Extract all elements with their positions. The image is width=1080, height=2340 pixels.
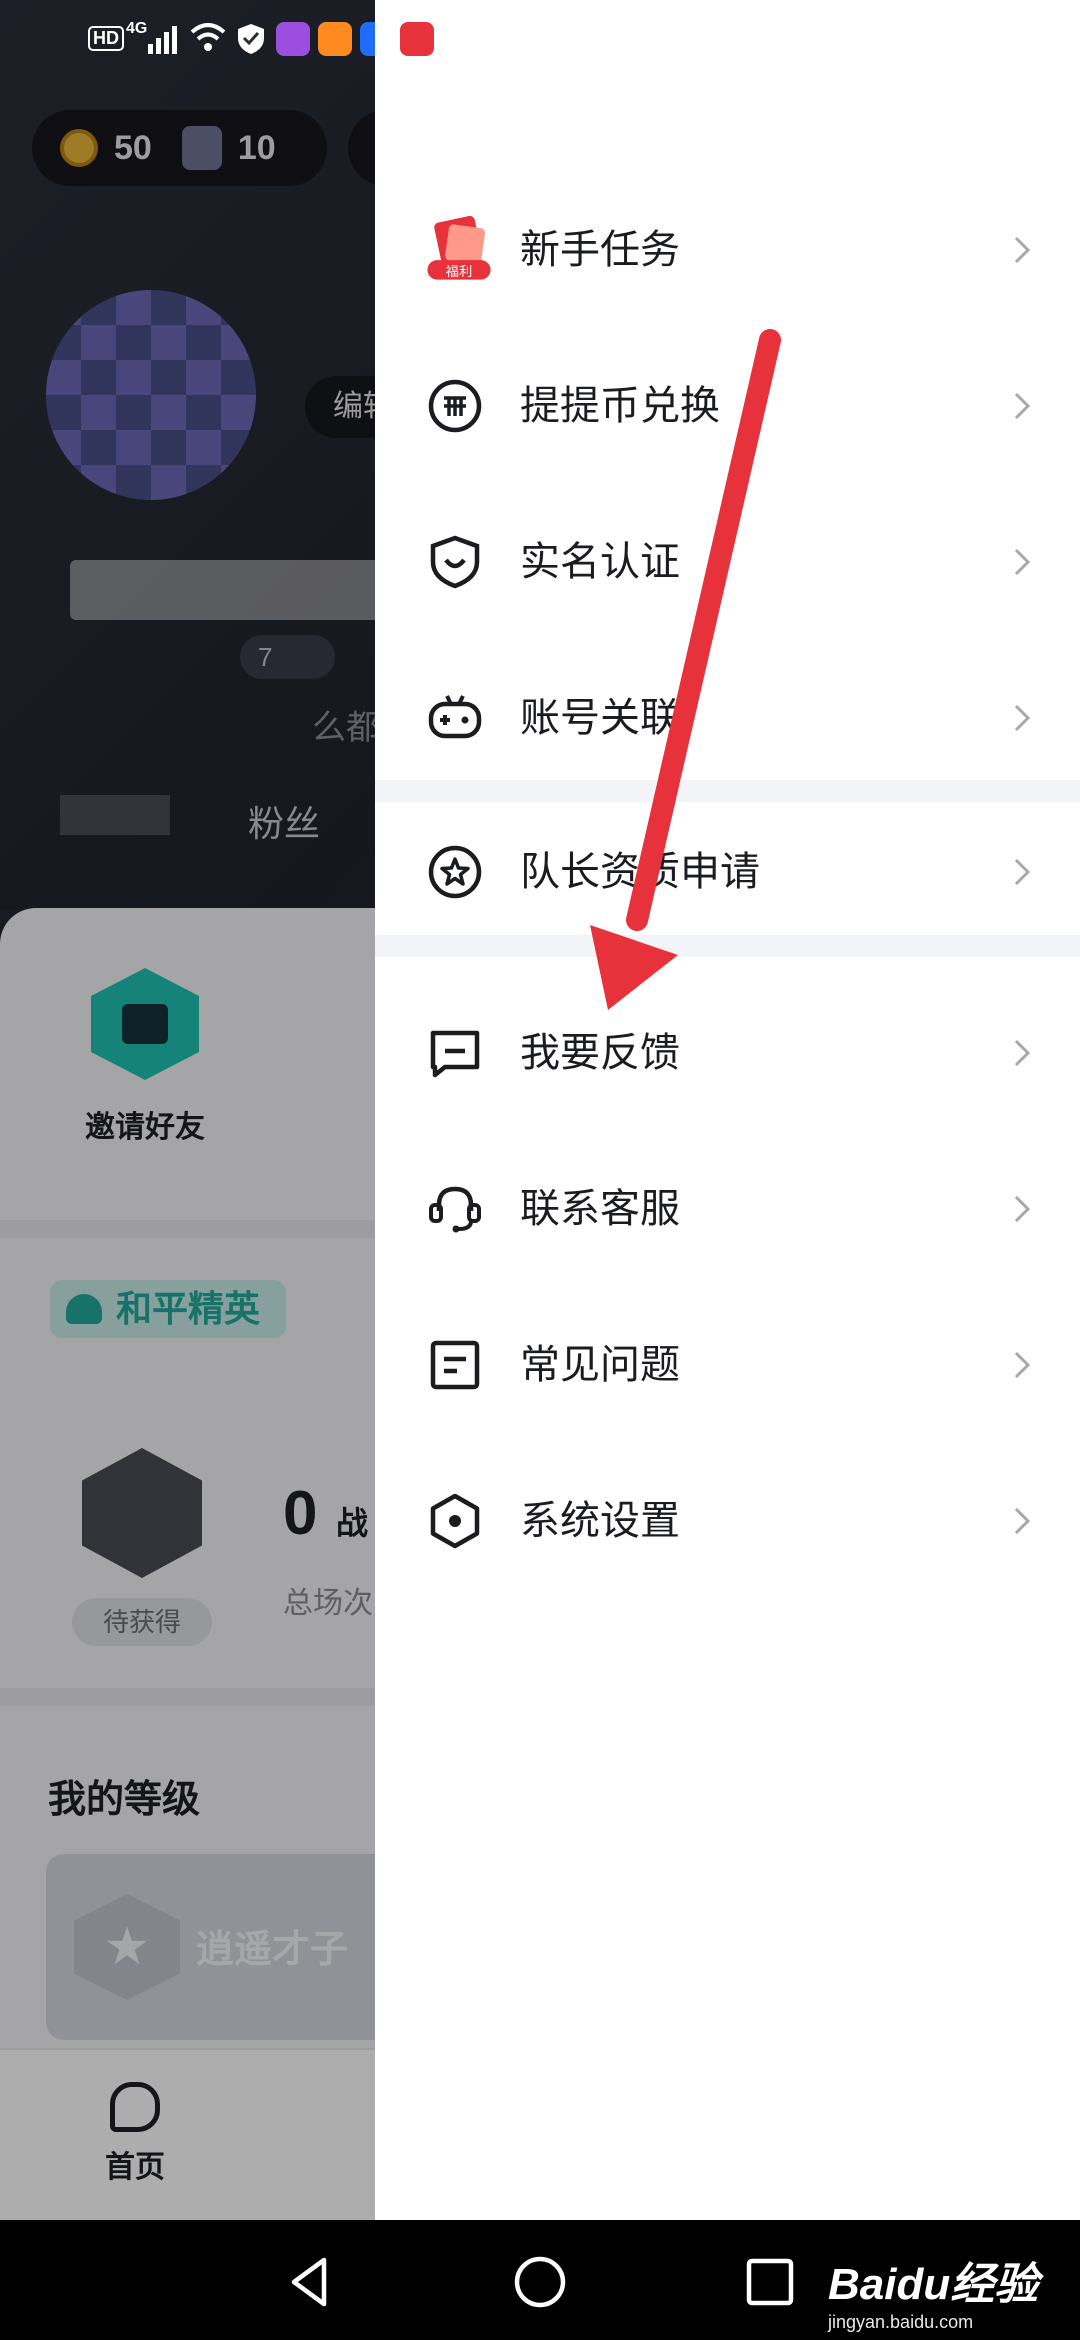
hd-indicator: HD bbox=[88, 26, 124, 51]
menu-label: 实名认证 bbox=[520, 540, 680, 584]
menu-item-coin-exchange[interactable]: 提提币兑换 bbox=[375, 328, 1080, 484]
menu-group-captain: 队长资质申请 bbox=[375, 794, 1080, 950]
menu-label: 账号关联 bbox=[520, 696, 680, 740]
watermark-brand: Baidu经验 bbox=[828, 2260, 1039, 2309]
menu-item-newbie-tasks[interactable]: 福利 新手任务 bbox=[375, 172, 1080, 328]
huawei-app-icon bbox=[400, 22, 434, 56]
menu-item-faq[interactable]: 常见问题 bbox=[375, 1287, 1080, 1443]
gift-icon: 福利 bbox=[427, 215, 491, 280]
chevron-right-icon bbox=[1014, 236, 1031, 264]
menu-label: 提提币兑换 bbox=[520, 384, 720, 428]
feedback-icon bbox=[430, 1030, 480, 1078]
headset-icon bbox=[429, 1186, 481, 1233]
shield-icon bbox=[430, 535, 480, 589]
menu-group-account: 福利 新手任务 提提币兑换 实名认证 账号关联 bbox=[375, 172, 1080, 796]
menu-item-account-link[interactable]: 账号关联 bbox=[375, 640, 1080, 796]
svg-text:福利: 福利 bbox=[446, 264, 473, 280]
system-nav-bar: Baidu经验 jingyan.baidu.com bbox=[0, 2220, 1080, 2340]
chevron-right-icon bbox=[1014, 1039, 1031, 1067]
chevron-right-icon bbox=[1014, 1507, 1031, 1535]
video-app-icon bbox=[318, 22, 352, 56]
settings-icon bbox=[430, 1493, 480, 1549]
menu-item-customer-service[interactable]: 联系客服 bbox=[375, 1131, 1080, 1287]
side-drawer: 福利 新手任务 提提币兑换 实名认证 账号关联 队长资质申请 我要反馈 联系客服… bbox=[375, 0, 1080, 2220]
back-icon[interactable] bbox=[280, 2252, 340, 2312]
menu-item-settings[interactable]: 系统设置 bbox=[375, 1443, 1080, 1599]
menu-group-support: 我要反馈 联系客服 常见问题 系统设置 bbox=[375, 975, 1080, 1599]
network-indicator: 4G bbox=[126, 20, 148, 37]
app-notification-icon bbox=[276, 22, 310, 56]
menu-label: 联系客服 bbox=[520, 1187, 680, 1231]
shield-check-icon bbox=[238, 24, 264, 54]
watermark-url: jingyan.baidu.com bbox=[828, 2312, 974, 2332]
chevron-right-icon bbox=[1014, 1195, 1031, 1223]
gamepad-icon bbox=[428, 695, 482, 739]
menu-label: 常见问题 bbox=[520, 1343, 680, 1387]
menu-item-captain-application[interactable]: 队长资质申请 bbox=[375, 794, 1080, 950]
menu-item-real-name[interactable]: 实名认证 bbox=[375, 484, 1080, 640]
chevron-right-icon bbox=[1014, 858, 1031, 886]
baidu-watermark: Baidu经验 jingyan.baidu.com bbox=[828, 2248, 1038, 2333]
coin-icon bbox=[428, 379, 482, 433]
faq-icon bbox=[430, 1340, 480, 1390]
menu-label: 新手任务 bbox=[520, 228, 680, 272]
chevron-right-icon bbox=[1014, 1351, 1031, 1379]
section-separator bbox=[375, 935, 1080, 957]
chevron-right-icon bbox=[1014, 704, 1031, 732]
menu-label: 队长资质申请 bbox=[520, 850, 760, 894]
star-badge-icon bbox=[428, 845, 482, 899]
status-bar: HD 4G bbox=[0, 0, 400, 80]
menu-label: 我要反馈 bbox=[520, 1031, 680, 1075]
signal-icon bbox=[148, 26, 177, 54]
chevron-right-icon bbox=[1014, 548, 1031, 576]
chevron-right-icon bbox=[1014, 392, 1031, 420]
recents-icon[interactable] bbox=[740, 2252, 800, 2312]
menu-label: 系统设置 bbox=[520, 1499, 680, 1543]
wifi-icon bbox=[190, 23, 226, 51]
menu-item-feedback[interactable]: 我要反馈 bbox=[375, 975, 1080, 1131]
home-circle-icon[interactable] bbox=[510, 2252, 570, 2312]
